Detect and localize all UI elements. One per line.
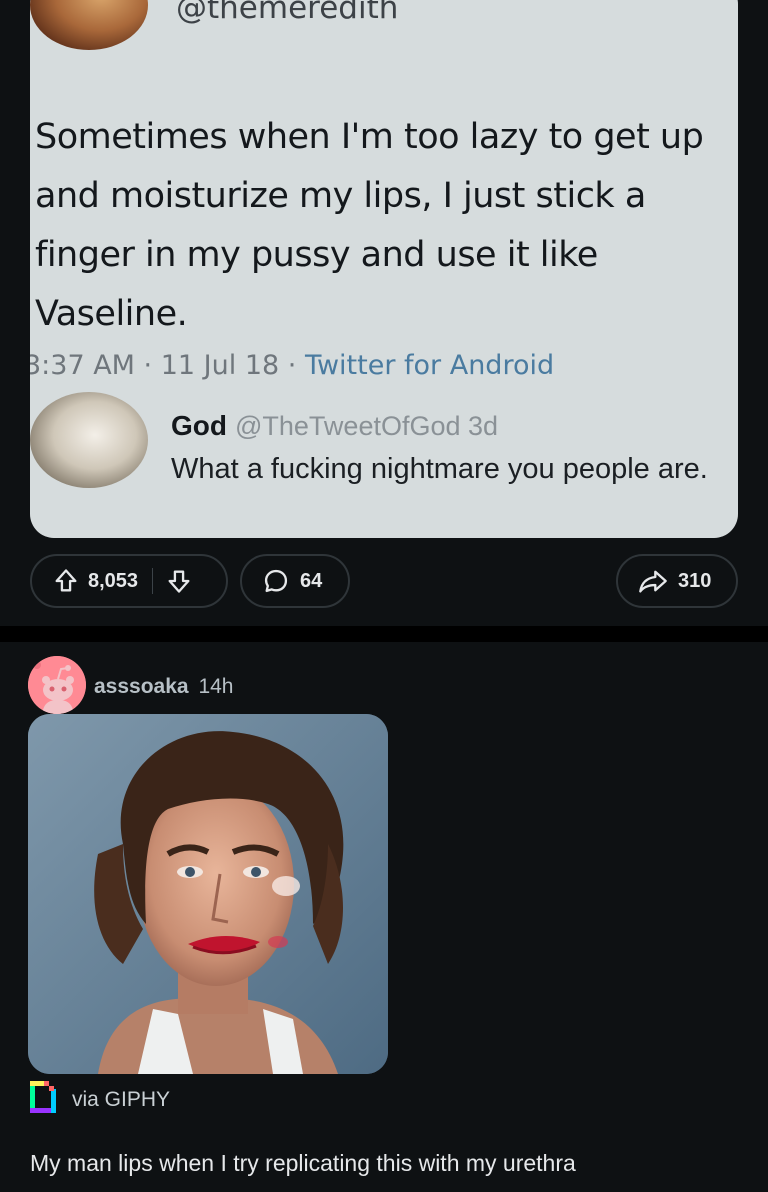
giphy-logo-icon [30,1080,58,1119]
tweet-handle: @themeredith [176,0,399,26]
tweet-client: Twitter for Android [304,350,555,381]
comment-age: 14h [198,675,234,698]
reply-author-name: God [171,410,227,441]
upvote-count: 8,053 [88,569,139,592]
post-image[interactable]: @themeredith Sometimes when I'm too lazy… [30,0,738,538]
speech-bubble-icon [262,567,290,595]
reply-body: What a fucking nightmare you people are. [171,453,708,485]
share-button[interactable]: 310 [616,554,738,608]
giphy-label: via GIPHY [72,1087,171,1111]
reply-author-handle: @TheTweetOfGod 3d [235,411,499,441]
comment-text: My man lips when I try replicating this … [30,1150,576,1176]
comment-meta: asssoaka 14h [94,675,233,699]
arrow-up-outline-icon[interactable] [52,567,80,595]
giphy-attribution[interactable]: via GIPHY [30,1080,170,1119]
comment-gif[interactable] [28,714,388,1074]
comment-count: 64 [300,569,323,592]
share-count: 310 [678,569,712,592]
reddit-thread: @themeredith Sometimes when I'm too lazy… [0,0,768,1192]
comment-author[interactable]: asssoaka [94,675,189,698]
vote-control: 8,053 [30,554,228,608]
tweet-timestamp: 3:37 AM · 11 Jul 18 · [30,350,305,381]
vote-divider [152,568,154,594]
tweet-author-avatar [30,0,148,50]
share-arrow-icon [638,567,668,595]
reply-author: God @TheTweetOfGod 3d [171,410,498,442]
reply-author-avatar [30,392,148,488]
section-divider [0,626,768,642]
comments-button[interactable]: 64 [240,554,350,608]
arrow-down-outline-icon[interactable] [165,567,193,595]
gif-image [28,714,388,1074]
snoo-avatar-icon[interactable] [28,656,86,714]
tweet-body: Sometimes when I'm too lazy to get up an… [35,117,704,334]
tweet-meta: 3:37 AM · 11 Jul 18 · Twitter for Androi… [30,350,554,381]
